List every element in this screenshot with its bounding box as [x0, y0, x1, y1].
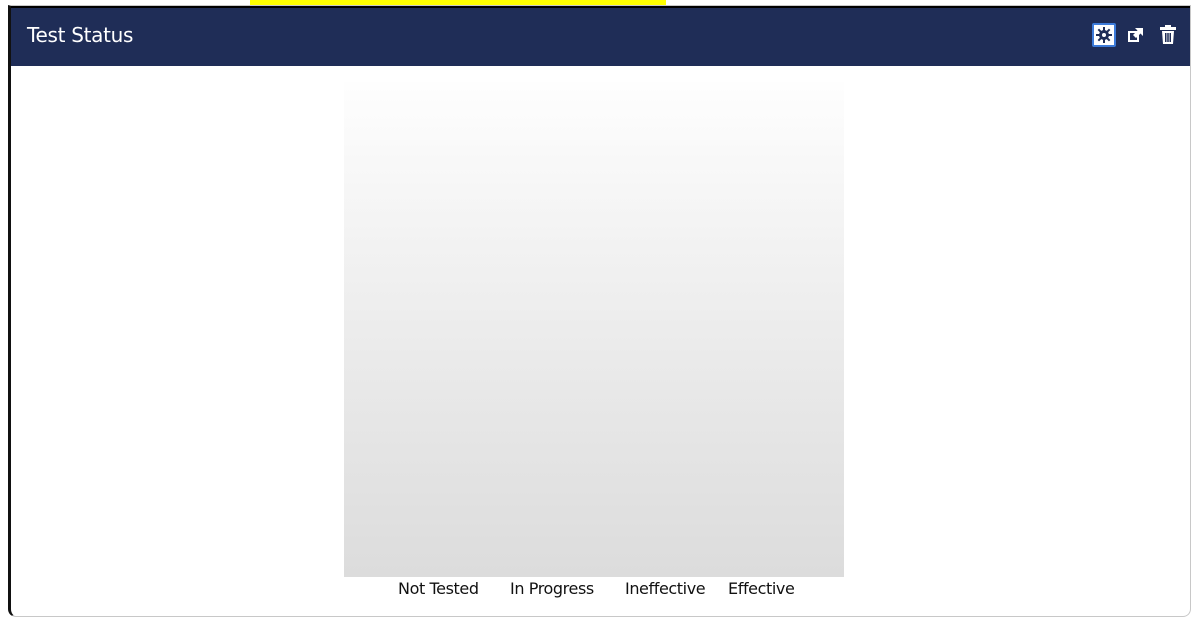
trash-icon — [1160, 25, 1176, 44]
widget-header: Test Status — [11, 6, 1190, 66]
header-toolbar — [1092, 23, 1180, 47]
chart-plot-area — [344, 82, 844, 577]
popout-button[interactable] — [1124, 23, 1148, 47]
settings-icon — [1096, 27, 1112, 43]
x-tick-label-effective: Effective — [728, 579, 795, 598]
delete-button[interactable] — [1156, 23, 1180, 47]
widget-title: Test Status — [27, 23, 134, 47]
x-tick-label-in-progress: In Progress — [510, 579, 594, 598]
popout-icon — [1128, 28, 1143, 42]
chart-x-axis-labels: Not Tested In Progress Ineffective Effec… — [344, 578, 844, 602]
settings-button[interactable] — [1092, 23, 1116, 47]
x-tick-label-ineffective: Ineffective — [625, 579, 706, 598]
x-tick-label-not-tested: Not Tested — [398, 579, 479, 598]
